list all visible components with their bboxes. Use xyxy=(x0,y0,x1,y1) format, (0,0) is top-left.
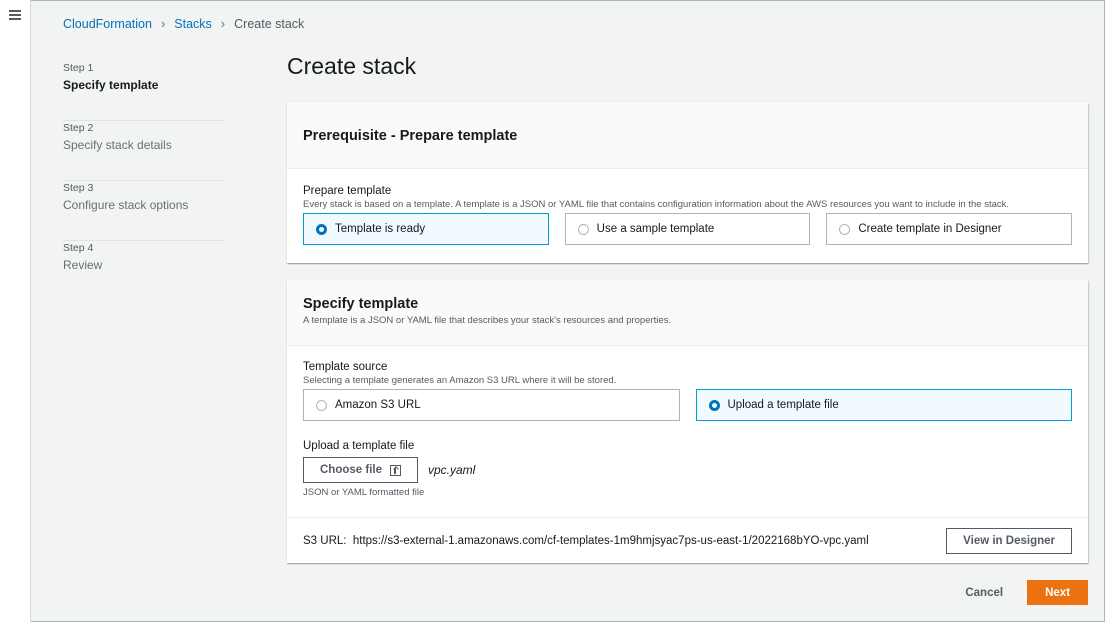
chevron-right-icon: › xyxy=(160,16,166,31)
upload-icon xyxy=(389,464,401,476)
breadcrumb-stacks[interactable]: Stacks xyxy=(174,17,212,31)
cancel-button[interactable]: Cancel xyxy=(965,587,1003,599)
prepare-template-label: Prepare template xyxy=(303,185,392,197)
panel-heading: Prerequisite - Prepare template xyxy=(303,127,518,144)
breadcrumb-cloudformation[interactable]: CloudFormation xyxy=(63,17,152,31)
step-number: Step 1 xyxy=(63,62,94,74)
panel-header: Prerequisite - Prepare template xyxy=(287,103,1088,169)
template-source-label: Template source xyxy=(303,361,388,373)
option-template-ready[interactable]: Template is ready xyxy=(303,213,549,245)
step-title: Review xyxy=(63,258,103,272)
specify-template-panel: Specify template A template is a JSON or… xyxy=(287,280,1088,563)
prepare-template-description: Every stack is based on a template. A te… xyxy=(303,199,1010,210)
step-title: Configure stack options xyxy=(63,198,189,212)
step-number: Step 3 xyxy=(63,182,94,194)
s3-url-label: S3 URL: xyxy=(303,534,347,547)
radio-icon xyxy=(316,399,327,411)
prerequisite-panel: Prerequisite - Prepare template Prepare … xyxy=(287,103,1088,263)
panel-header: Specify template A template is a JSON or… xyxy=(287,280,1088,346)
prepare-template-options: Template is ready Use a sample template … xyxy=(303,213,1073,245)
choose-file-label: Choose file xyxy=(320,464,382,476)
side-rail xyxy=(0,0,31,622)
option-create-in-designer[interactable]: Create template in Designer xyxy=(826,213,1073,245)
choose-file-button[interactable]: Choose file xyxy=(303,457,418,483)
radio-icon xyxy=(839,223,851,235)
radio-icon xyxy=(577,223,589,235)
step-3: Step 3 Configure stack options xyxy=(63,181,225,241)
upload-file-label: Upload a template file xyxy=(303,440,415,452)
page-title: Create stack xyxy=(287,53,417,79)
option-upload-template-file[interactable]: Upload a template file xyxy=(695,389,1072,421)
breadcrumb: CloudFormation › Stacks › Create stack xyxy=(63,16,304,31)
chevron-right-icon: › xyxy=(220,16,226,31)
step-title: Specify template xyxy=(63,78,159,92)
s3-url-row: S3 URL: https://s3-external-1.amazonaws.… xyxy=(287,517,1088,563)
panel-heading: Specify template xyxy=(303,296,419,312)
option-amazon-s3-url[interactable]: Amazon S3 URL xyxy=(303,389,680,421)
step-4: Step 4 Review xyxy=(63,241,225,301)
wizard-actions: Cancel Next xyxy=(965,580,1088,605)
s3-url-value: https://s3-external-1.amazonaws.com/cf-t… xyxy=(352,534,869,547)
selected-file-name: vpc.yaml xyxy=(427,463,476,477)
template-source-options: Amazon S3 URL Upload a template file xyxy=(303,389,1072,421)
step-2: Step 2 Specify stack details xyxy=(63,121,225,181)
file-format-hint: JSON or YAML formatted file xyxy=(303,487,425,498)
wizard-steps: Step 1 Specify template Step 2 Specify s… xyxy=(63,61,225,301)
step-number: Step 2 xyxy=(63,122,94,134)
step-title: Specify stack details xyxy=(63,138,172,152)
radio-selected-icon xyxy=(316,223,327,235)
template-source-description: Selecting a template generates an Amazon… xyxy=(303,375,617,386)
option-label: Amazon S3 URL xyxy=(335,399,421,411)
option-label: Use a sample template xyxy=(596,223,715,235)
step-1: Step 1 Specify template xyxy=(63,61,225,121)
view-in-designer-button[interactable]: View in Designer xyxy=(946,527,1072,554)
option-label: Template is ready xyxy=(335,223,426,235)
option-sample-template[interactable]: Use a sample template xyxy=(564,213,811,245)
next-button[interactable]: Next xyxy=(1027,580,1088,605)
panel-description: A template is a JSON or YAML file that d… xyxy=(303,315,672,326)
breadcrumb-current: Create stack xyxy=(234,16,305,31)
option-label: Upload a template file xyxy=(727,399,839,411)
step-number: Step 4 xyxy=(63,242,94,254)
option-label: Create template in Designer xyxy=(858,223,1002,235)
s3-url-text: S3 URL: https://s3-external-1.amazonaws.… xyxy=(303,535,869,547)
radio-selected-icon xyxy=(708,399,720,411)
menu-icon[interactable] xyxy=(9,10,21,20)
